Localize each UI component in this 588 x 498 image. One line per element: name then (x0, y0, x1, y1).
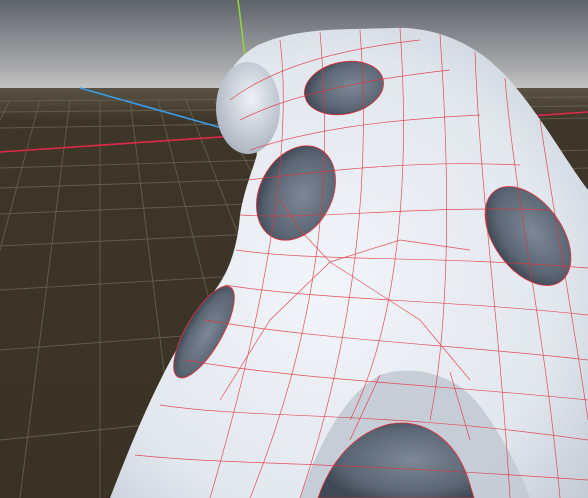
scene-canvas[interactable] (0, 0, 588, 498)
mesh-knob (216, 62, 280, 154)
scene-viewport[interactable] (0, 0, 588, 498)
